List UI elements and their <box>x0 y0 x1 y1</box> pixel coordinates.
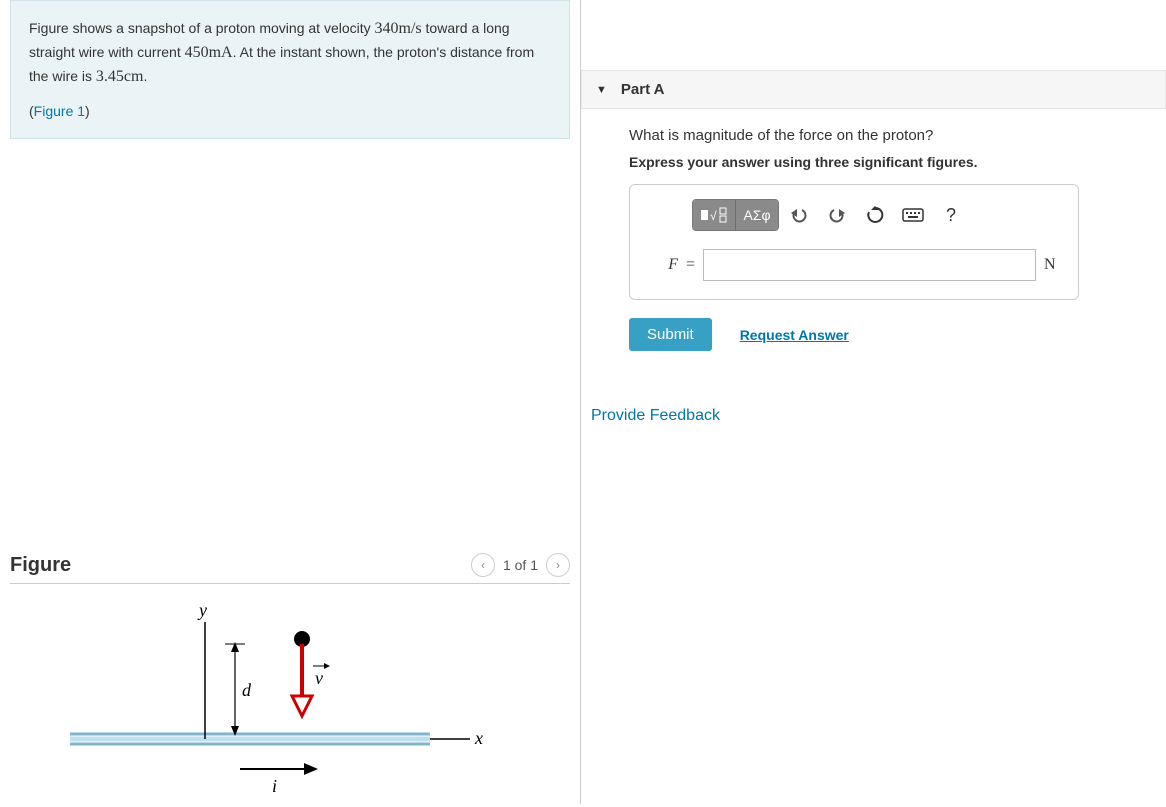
svg-text:x: x <box>474 728 483 748</box>
problem-text: . <box>143 68 147 84</box>
request-answer-link[interactable]: Request Answer <box>740 327 849 343</box>
greek-button[interactable]: ΑΣφ <box>736 200 778 230</box>
submit-button[interactable]: Submit <box>629 318 712 351</box>
redo-button[interactable] <box>819 200 855 230</box>
question-text: What is magnitude of the force on the pr… <box>629 127 1152 144</box>
answer-box: √ ΑΣφ ? <box>629 184 1079 300</box>
answer-input[interactable] <box>703 249 1036 281</box>
figure-counter: 1 of 1 <box>503 557 538 573</box>
figure-link[interactable]: (Figure 1) <box>29 103 90 119</box>
svg-text:y: y <box>197 600 207 620</box>
velocity-value: 340m/s <box>375 20 422 37</box>
keyboard-button[interactable] <box>895 200 931 230</box>
problem-statement: Figure shows a snapshot of a proton movi… <box>10 0 570 139</box>
svg-text:v: v <box>315 668 323 688</box>
template-button[interactable]: √ <box>693 200 736 230</box>
svg-text:√: √ <box>710 209 717 223</box>
part-title: Part A <box>621 81 665 98</box>
current-value: 450mA <box>185 44 233 61</box>
instruction-text: Express your answer using three signific… <box>629 154 1152 170</box>
caret-down-icon: ▼ <box>596 84 607 96</box>
figure-next-button[interactable]: › <box>546 553 570 577</box>
figure-title: Figure <box>10 554 71 577</box>
svg-text:i: i <box>272 776 277 796</box>
figure-image: x y d <box>10 584 570 804</box>
help-button[interactable]: ? <box>933 200 969 230</box>
undo-button[interactable] <box>781 200 817 230</box>
part-a-header[interactable]: ▼ Part A <box>581 70 1166 109</box>
problem-text: Figure shows a snapshot of a proton movi… <box>29 20 375 36</box>
unit-label: N <box>1044 256 1064 274</box>
distance-value: 3.45cm <box>96 68 144 85</box>
figure-prev-button[interactable]: ‹ <box>471 553 495 577</box>
svg-text:d: d <box>242 680 252 700</box>
reset-button[interactable] <box>857 200 893 230</box>
variable-label: F <box>644 256 678 274</box>
equals-sign: = <box>686 256 695 274</box>
provide-feedback-link[interactable]: Provide Feedback <box>591 407 1166 425</box>
